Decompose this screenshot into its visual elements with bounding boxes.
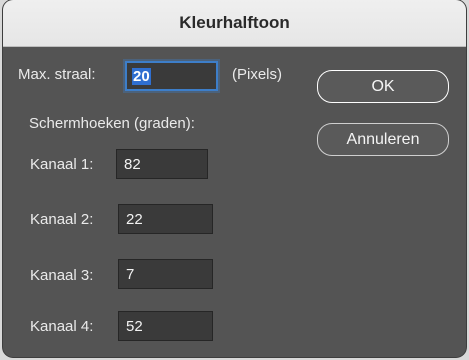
- screen-angles-heading: Schermhoeken (graden):: [29, 115, 195, 132]
- channel-3-input[interactable]: 7: [118, 259, 213, 289]
- channel-2-value: 22: [126, 210, 143, 228]
- channel-2-input[interactable]: 22: [118, 204, 213, 234]
- dialog: Kleurhalftoon Max. straal: 20 (Pixels) S…: [3, 0, 466, 357]
- title-bar: Kleurhalftoon: [3, 0, 466, 47]
- channel-4-value: 52: [126, 317, 143, 335]
- channel-4-label: Kanaal 4:: [30, 318, 94, 335]
- max-radius-label: Max. straal:: [18, 66, 96, 83]
- ok-button-label: OK: [371, 77, 395, 95]
- dialog-title: Kleurhalftoon: [179, 13, 290, 32]
- ok-button[interactable]: OK: [317, 70, 449, 103]
- channel-3-value: 7: [126, 265, 135, 283]
- channel-1-value: 82: [124, 155, 141, 173]
- channel-2-label: Kanaal 2:: [30, 211, 94, 228]
- channel-4-input[interactable]: 52: [118, 311, 213, 341]
- max-radius-input[interactable]: 20: [125, 61, 218, 91]
- channel-1-label: Kanaal 1:: [30, 156, 94, 173]
- channel-3-label: Kanaal 3:: [30, 267, 94, 284]
- max-radius-unit: (Pixels): [232, 66, 283, 83]
- channel-1-input[interactable]: 82: [116, 149, 208, 179]
- cancel-button[interactable]: Annuleren: [317, 123, 449, 156]
- max-radius-value: 20: [132, 67, 151, 85]
- cancel-button-label: Annuleren: [346, 130, 420, 148]
